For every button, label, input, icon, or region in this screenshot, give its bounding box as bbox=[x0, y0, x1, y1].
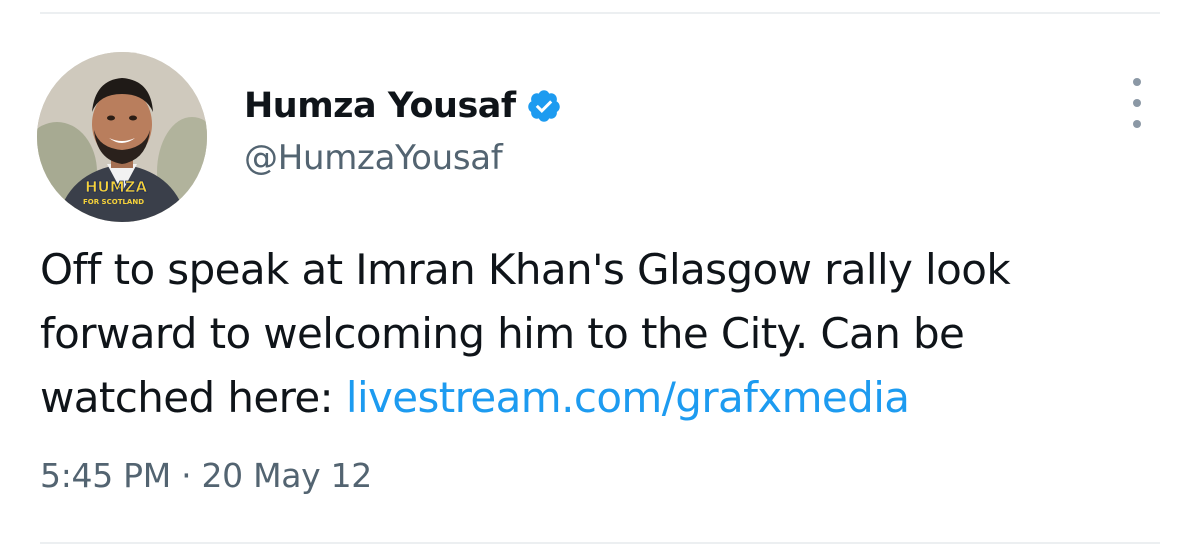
avatar[interactable]: HUMZA FOR SCOTLAND bbox=[37, 52, 207, 222]
more-dot bbox=[1133, 78, 1141, 86]
tweet-timestamp[interactable]: 5:45 PM · 20 May 12 bbox=[40, 456, 372, 495]
more-options-icon[interactable] bbox=[1122, 78, 1152, 128]
tweet-text-line: watched here: livestream.com/grafxmedia bbox=[40, 366, 1160, 430]
avatar-caption-main: HUMZA bbox=[85, 178, 148, 196]
tweet-text-prefix: watched here: bbox=[40, 373, 346, 422]
avatar-caption-sub: FOR SCOTLAND bbox=[83, 198, 144, 206]
bottom-divider bbox=[40, 542, 1160, 544]
avatar-image: HUMZA FOR SCOTLAND bbox=[37, 52, 207, 222]
timestamp-separator: · bbox=[181, 456, 192, 495]
tweet-card: HUMZA FOR SCOTLAND Humza Yousaf @HumzaYo… bbox=[0, 0, 1200, 558]
more-dot bbox=[1133, 120, 1141, 128]
tweet-text: Off to speak at Imran Khan's Glasgow ral… bbox=[40, 238, 1160, 430]
tweet-date: 20 May 12 bbox=[201, 456, 372, 495]
verified-badge-icon bbox=[526, 88, 562, 124]
more-dot bbox=[1133, 99, 1141, 107]
tweet-time: 5:45 PM bbox=[40, 456, 171, 495]
tweet-link[interactable]: livestream.com/grafxmedia bbox=[346, 373, 910, 422]
author-handle[interactable]: @HumzaYousaf bbox=[244, 138, 503, 178]
display-name[interactable]: Humza Yousaf bbox=[244, 86, 516, 126]
tweet-text-line: forward to welcoming him to the City. Ca… bbox=[40, 309, 965, 358]
tweet-text-line: Off to speak at Imran Khan's Glasgow ral… bbox=[40, 245, 1011, 294]
display-name-row: Humza Yousaf bbox=[244, 82, 562, 130]
